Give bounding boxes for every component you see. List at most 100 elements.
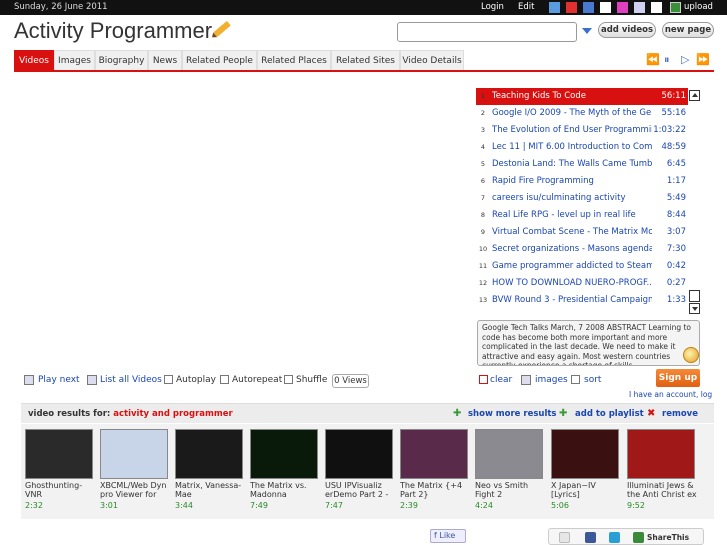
upload-link[interactable]: upload xyxy=(684,2,713,12)
video-result-item[interactable]: Illuminati Jews & the Anti Christ ex 9:52 xyxy=(627,429,697,510)
first-page-icon[interactable]: ⏪ xyxy=(646,53,660,66)
pause-icon[interactable]: ⏸ xyxy=(664,53,670,67)
description-expand-icon[interactable] xyxy=(683,347,699,363)
play-next-link[interactable]: Play next xyxy=(38,375,80,385)
video-result-title[interactable]: The Matrix vs. Madonna xyxy=(250,481,320,499)
tab-images[interactable]: Images xyxy=(54,50,95,71)
color-swatch-red[interactable] xyxy=(566,2,577,13)
playlist-item-title[interactable]: Teaching Kids To Code xyxy=(492,91,652,101)
tab-related-people[interactable]: Related People xyxy=(182,50,257,71)
sign-up-button[interactable]: Sign up xyxy=(656,369,700,387)
playlist-item[interactable]: 11 Game programmer addicted to Steam a...… xyxy=(476,258,688,275)
video-result-title[interactable]: X Japan~IV [Lyrics] xyxy=(551,481,621,499)
add-videos-button[interactable]: add videos xyxy=(598,22,656,38)
playlist-item[interactable]: 13 BVW Round 3 - Presidential Campaign ..… xyxy=(476,292,688,309)
tab-related-sites[interactable]: Related Sites xyxy=(331,50,400,71)
playlist-item[interactable]: 2 Google I/O 2009 - The Myth of the Geniu… xyxy=(476,105,688,122)
color-swatch-magenta[interactable] xyxy=(617,2,628,13)
video-result-title[interactable]: Neo vs Smith Fight 2 xyxy=(475,481,545,499)
new-page-button[interactable]: new page xyxy=(662,22,714,38)
video-result-title[interactable]: Matrix, Vanessa-Mae xyxy=(175,481,245,499)
login-account-link[interactable]: I have an account, log xyxy=(629,390,712,399)
list-all-videos-link[interactable]: List all Videos xyxy=(100,375,162,385)
shuffle-checkbox[interactable] xyxy=(284,375,293,384)
playlist-item[interactable]: 3 The Evolution of End User Programming..… xyxy=(476,122,688,139)
sort-dropdown-icon[interactable] xyxy=(571,375,580,384)
video-thumbnail[interactable] xyxy=(25,429,93,479)
scroll-up-button[interactable] xyxy=(689,90,700,101)
upload-icon[interactable] xyxy=(670,2,681,13)
show-more-results-link[interactable]: show more results xyxy=(468,409,556,419)
remove-link[interactable]: remove xyxy=(662,409,698,419)
playlist-item[interactable]: 5 Destonia Land: The Walls Came Tumbli...… xyxy=(476,156,688,173)
search-input[interactable] xyxy=(397,22,577,42)
playlist-item[interactable]: 4 Lec 11 | MIT 6.00 Introduction to Compu… xyxy=(476,139,688,156)
login-link[interactable]: Login xyxy=(481,2,504,12)
playlist-item-title[interactable]: careers isu/culminating activity xyxy=(492,193,652,203)
color-swatch-lavender[interactable] xyxy=(634,2,645,13)
plus-icon[interactable]: ✚ xyxy=(559,408,567,419)
video-thumbnail[interactable] xyxy=(400,429,468,479)
play-next-icon[interactable] xyxy=(24,375,34,385)
playlist-item[interactable]: 10 Secret organizations - Masons agenda i… xyxy=(476,241,688,258)
video-result-title[interactable]: XBCML/Web Dyn pro Viewer for xyxy=(100,481,170,499)
video-result-item[interactable]: Neo vs Smith Fight 2 4:24 xyxy=(475,429,545,510)
list-all-icon[interactable] xyxy=(87,375,97,385)
playlist-item-title[interactable]: HOW TO DOWNLOAD NUERO-PROGF... xyxy=(492,278,652,288)
video-result-item[interactable]: The Matrix vs. Madonna 7:49 xyxy=(250,429,320,510)
playlist-item-title[interactable]: Real Life RPG - level up in real life xyxy=(492,210,652,220)
sort-link[interactable]: sort xyxy=(584,375,601,385)
playlist-item-title[interactable]: Google I/O 2009 - The Myth of the Geniu.… xyxy=(492,108,652,118)
autoplay-checkbox[interactable] xyxy=(164,375,173,384)
scroll-thumb[interactable] xyxy=(689,290,700,302)
tab-news[interactable]: News xyxy=(148,50,182,71)
tab-video-details[interactable]: Video Details xyxy=(400,50,464,71)
playlist-item-title[interactable]: The Evolution of End User Programming... xyxy=(492,125,652,135)
color-swatch-darkblue[interactable] xyxy=(583,2,594,13)
facebook-like-button[interactable]: f Like xyxy=(430,529,466,543)
playlist-item[interactable]: 1 Teaching Kids To Code 56:11 xyxy=(476,88,688,105)
playlist-item[interactable]: 7 careers isu/culminating activity 5:49 xyxy=(476,190,688,207)
video-result-item[interactable]: Ghosthunting-VNR 2:32 xyxy=(25,429,95,510)
video-result-title[interactable]: USU IPVisualiz erDemo Part 2 - xyxy=(325,481,395,499)
video-player[interactable] xyxy=(14,78,474,368)
tab-biography[interactable]: Biography xyxy=(95,50,148,71)
color-swatch-white[interactable] xyxy=(600,2,611,13)
playlist-item-title[interactable]: Rapid Fire Programming xyxy=(492,176,652,186)
facebook-share-icon[interactable] xyxy=(585,532,596,543)
playlist-item-title[interactable]: Secret organizations - Masons agenda i..… xyxy=(492,244,652,254)
video-thumbnail[interactable] xyxy=(475,429,543,479)
tab-videos[interactable]: Videos xyxy=(14,50,54,71)
clear-link[interactable]: clear xyxy=(490,375,512,385)
twitter-share-icon[interactable] xyxy=(609,532,620,543)
tab-related-places[interactable]: Related Places xyxy=(257,50,331,71)
playlist-item[interactable]: 9 Virtual Combat Scene - The Matrix Movi.… xyxy=(476,224,688,241)
clear-icon[interactable] xyxy=(479,375,488,384)
video-result-title[interactable]: Illuminati Jews & the Anti Christ ex xyxy=(627,481,697,499)
video-result-item[interactable]: X Japan~IV [Lyrics] 5:06 xyxy=(551,429,621,510)
edit-link[interactable]: Edit xyxy=(518,2,534,12)
autorepeat-checkbox[interactable] xyxy=(220,375,229,384)
images-link[interactable]: images xyxy=(535,375,568,385)
sharethis-label[interactable]: ShareThis xyxy=(647,533,689,542)
search-dropdown-icon[interactable] xyxy=(582,28,592,34)
pencil-edit-icon[interactable] xyxy=(213,20,231,38)
play-icon[interactable]: ▷ xyxy=(681,53,689,66)
video-result-title[interactable]: The Matrix {+4 Part 2} xyxy=(400,481,470,499)
color-swatch-blue[interactable] xyxy=(549,2,560,13)
images-icon[interactable] xyxy=(521,375,531,385)
video-thumbnail[interactable] xyxy=(325,429,393,479)
email-share-icon[interactable] xyxy=(559,532,570,543)
playlist-item-title[interactable]: Game programmer addicted to Steam a... xyxy=(492,261,652,271)
video-thumbnail[interactable] xyxy=(250,429,318,479)
sharethis-icon[interactable] xyxy=(633,532,644,543)
scroll-down-button[interactable] xyxy=(689,303,700,314)
color-swatch-white-2[interactable] xyxy=(651,2,662,13)
video-thumbnail[interactable] xyxy=(627,429,695,479)
playlist-item-title[interactable]: BVW Round 3 - Presidential Campaign ... xyxy=(492,295,652,305)
playlist-item[interactable]: 8 Real Life RPG - level up in real life 8:… xyxy=(476,207,688,224)
playlist-item-title[interactable]: Destonia Land: The Walls Came Tumbli... xyxy=(492,159,652,169)
video-thumbnail[interactable] xyxy=(100,429,168,479)
playlist-item-title[interactable]: Virtual Combat Scene - The Matrix Movi..… xyxy=(492,227,652,237)
video-result-item[interactable]: XBCML/Web Dyn pro Viewer for 3:01 xyxy=(100,429,170,510)
